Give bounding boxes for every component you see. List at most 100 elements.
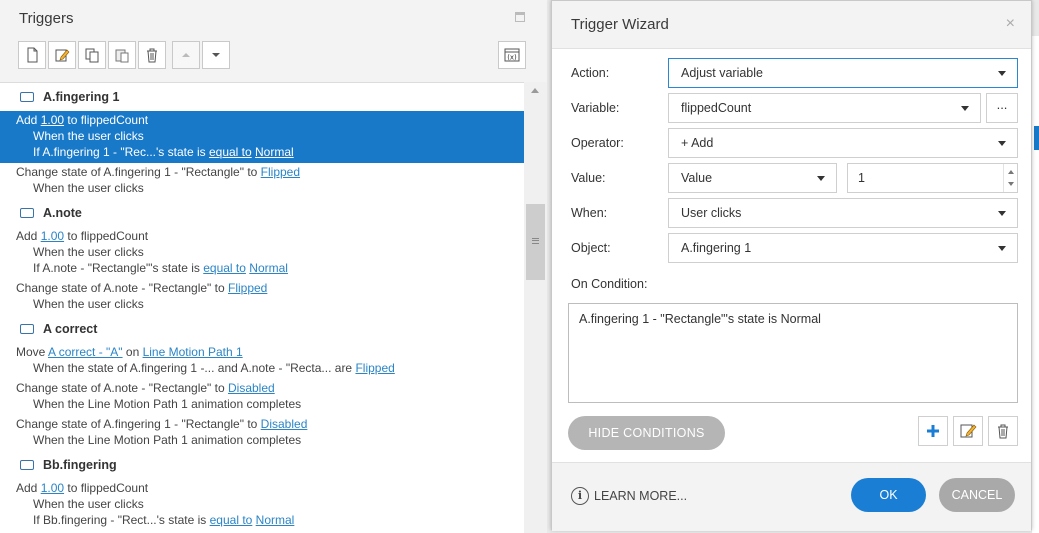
trigger-item[interactable]: Change state of A.note - "Rectangle" to …: [0, 379, 524, 415]
condition-item[interactable]: A.fingering 1 - "Rectangle"'s state is N…: [579, 312, 821, 326]
variable-select[interactable]: flippedCount: [668, 93, 981, 123]
value-link[interactable]: 1.00: [41, 229, 64, 243]
delete-trigger-button[interactable]: [138, 41, 166, 69]
group-header[interactable]: A.fingering 1: [0, 83, 524, 111]
move-down-button[interactable]: [202, 41, 230, 69]
trigger-text: Change state of A.note - "Rectangle" to: [16, 381, 228, 395]
state-link[interactable]: Normal: [249, 261, 288, 275]
object-link[interactable]: A correct - "A": [48, 345, 123, 359]
trigger-condition: If Bb.fingering - "Rect...'s state is eq…: [16, 512, 524, 528]
action-row: Action: Adjust variable: [552, 58, 1031, 88]
condition-text: If A.note - "Rectangle"'s state is: [33, 261, 204, 275]
state-link[interactable]: Flipped: [228, 281, 267, 295]
motion-path-link[interactable]: Line Motion Path 1: [143, 345, 243, 359]
info-icon: i: [571, 487, 589, 505]
operator-row: Operator: + Add: [552, 128, 1031, 158]
chevron-down-icon: [998, 71, 1006, 76]
trigger-item[interactable]: Change state of A.fingering 1 - "Rectang…: [0, 163, 524, 199]
state-link[interactable]: Disabled: [228, 381, 275, 395]
paste-trigger-button[interactable]: [108, 41, 136, 69]
value-type-select[interactable]: Value: [668, 163, 837, 193]
panel-title: Triggers: [19, 10, 74, 27]
slide-object-icon: [20, 324, 34, 334]
trigger-text: Add: [16, 481, 41, 495]
group-name: Bb.fingering: [43, 458, 117, 472]
variables-button[interactable]: (x): [498, 41, 526, 69]
action-value: Adjust variable: [681, 66, 763, 80]
trigger-item[interactable]: Move A correct - "A" on Line Motion Path…: [0, 343, 524, 379]
object-row: Object: A.fingering 1: [552, 233, 1031, 263]
group-name: A.fingering 1: [43, 90, 120, 104]
trigger-when: When the Line Motion Path 1 animation co…: [33, 433, 302, 447]
value-label: Value:: [571, 171, 606, 185]
state-link[interactable]: Normal: [256, 513, 295, 527]
trash-icon: [998, 424, 1008, 439]
trigger-text: Change state of A.fingering 1 - "Rectang…: [16, 165, 261, 179]
new-trigger-button[interactable]: [18, 41, 46, 69]
close-icon[interactable]: ×: [1006, 15, 1015, 33]
paste-icon: [115, 49, 129, 63]
delete-condition-button[interactable]: [988, 416, 1018, 446]
scroll-up-icon[interactable]: [531, 88, 539, 93]
pin-icon[interactable]: [515, 12, 525, 22]
value-link[interactable]: 1.00: [41, 481, 64, 495]
learn-more-link[interactable]: i LEARN MORE...: [571, 487, 687, 505]
trigger-when: When the user clicks: [33, 181, 144, 195]
cancel-button[interactable]: CANCEL: [939, 478, 1015, 512]
manage-variables-button[interactable]: ...: [986, 93, 1018, 123]
operator-label: Operator:: [571, 136, 624, 150]
new-document-icon: [27, 47, 38, 63]
trigger-item[interactable]: Add 1.00 to flippedCount When the user c…: [0, 479, 524, 531]
when-row: When: User clicks: [552, 198, 1031, 228]
state-link[interactable]: Flipped: [355, 361, 394, 375]
operator-link[interactable]: equal to: [209, 145, 252, 159]
when-label: When:: [571, 206, 608, 220]
ok-button[interactable]: OK: [851, 478, 926, 512]
copy-icon: [85, 48, 99, 63]
conditions-list[interactable]: A.fingering 1 - "Rectangle"'s state is N…: [568, 303, 1018, 403]
slide-object-icon: [20, 208, 34, 218]
when-text: When the state of A.fingering 1 -... and…: [33, 361, 356, 375]
trigger-text: Move: [16, 345, 49, 359]
trigger-item[interactable]: Add 1.00 to flippedCount When the user c…: [0, 227, 524, 279]
scroll-thumb[interactable]: [526, 204, 545, 280]
trigger-item[interactable]: Change state of A.fingering 1 - "Rectang…: [0, 415, 524, 451]
learn-more-label: LEARN MORE...: [594, 489, 688, 503]
group-header[interactable]: A.note: [0, 199, 524, 227]
edit-condition-button[interactable]: [953, 416, 983, 446]
stepper-down-icon[interactable]: [1008, 182, 1014, 186]
group-header[interactable]: Bb.fingering: [0, 451, 524, 479]
edit-trigger-button[interactable]: [48, 41, 76, 69]
group-header[interactable]: A correct: [0, 315, 524, 343]
state-link[interactable]: Normal: [255, 145, 294, 159]
object-value: A.fingering 1: [681, 241, 752, 255]
action-select[interactable]: Adjust variable: [668, 58, 1018, 88]
trigger-text: Add: [16, 113, 41, 127]
group-name: A correct: [43, 322, 98, 336]
value-link[interactable]: 1.00: [41, 113, 64, 127]
hide-conditions-button[interactable]: HIDE CONDITIONS: [568, 416, 725, 450]
variable-value: flippedCount: [681, 101, 752, 115]
trigger-when: When the user clicks: [33, 129, 144, 143]
arrow-up-icon: [182, 53, 190, 57]
when-select[interactable]: User clicks: [668, 198, 1018, 228]
trigger-item[interactable]: Add 1.00 to flippedCount When the user c…: [0, 111, 524, 163]
add-condition-button[interactable]: [918, 416, 948, 446]
operator-select[interactable]: + Add: [668, 128, 1018, 158]
dialog-footer: i LEARN MORE... OK CANCEL: [552, 462, 1031, 531]
object-select[interactable]: A.fingering 1: [668, 233, 1018, 263]
state-link[interactable]: Flipped: [261, 165, 300, 179]
triggers-panel: Triggers (x) A.fingering 1 Add 1.00 to f…: [0, 0, 547, 533]
trigger-item[interactable]: Change state of A.note - "Rectangle" to …: [0, 279, 524, 315]
operator-link[interactable]: equal to: [210, 513, 253, 527]
operator-link[interactable]: equal to: [203, 261, 246, 275]
value-row: Value: Value 1: [552, 163, 1031, 193]
stepper-up-icon[interactable]: [1008, 170, 1014, 174]
triggers-scrollbar[interactable]: [524, 82, 547, 533]
state-link[interactable]: Disabled: [261, 417, 308, 431]
copy-trigger-button[interactable]: [78, 41, 106, 69]
value-number-input[interactable]: 1: [847, 163, 1018, 193]
move-up-button[interactable]: [172, 41, 200, 69]
number-stepper[interactable]: [1003, 164, 1017, 192]
trigger-text: to flippedCount: [64, 113, 149, 127]
